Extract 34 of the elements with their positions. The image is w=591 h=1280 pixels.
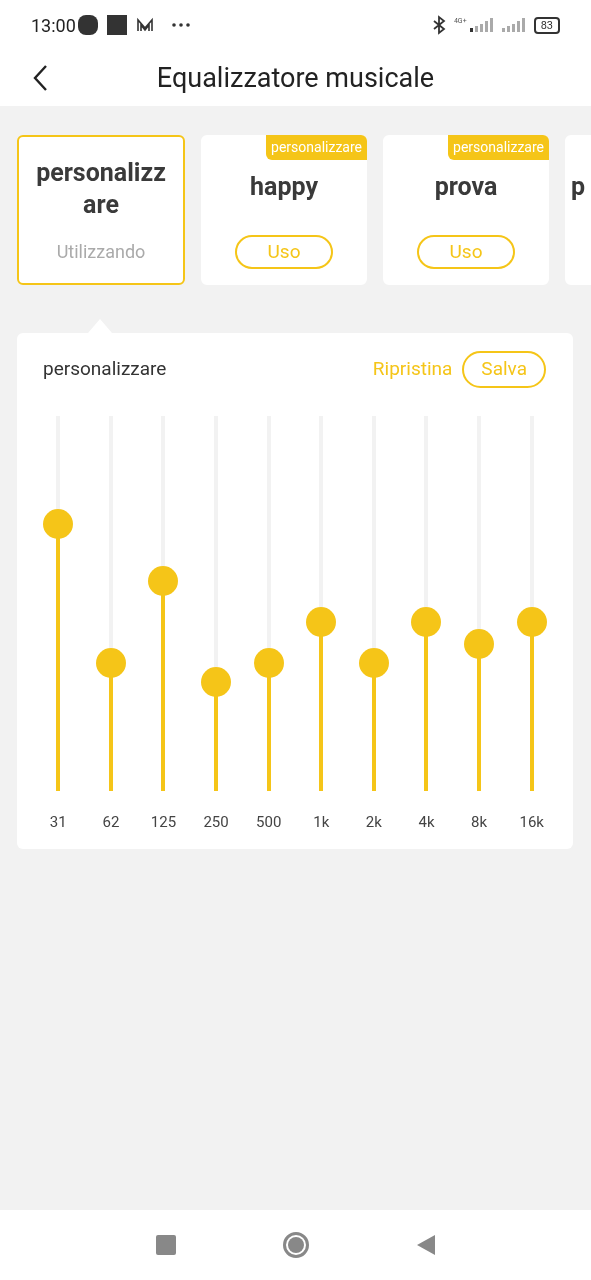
frequency-label: 500 (256, 811, 282, 833)
preset-card[interactable]: personalizzare happy Uso (201, 135, 367, 285)
frequency-label: 4k (418, 811, 435, 833)
preset-card[interactable]: personalizzare prova Uso (383, 135, 549, 285)
frequency-label: 31 (49, 811, 67, 833)
home-button[interactable] (282, 1232, 309, 1258)
preset-badge: personalizzare (266, 135, 367, 160)
battery-indicator: 83 (533, 16, 560, 34)
chat-bubble-icon (77, 15, 98, 35)
page-title: Equalizzatore musicale (156, 60, 435, 96)
frequency-label: 16k (519, 811, 544, 833)
recent-apps-button[interactable] (155, 1235, 176, 1255)
signal-icon (467, 18, 494, 32)
status-label: Utilizzando (56, 240, 146, 264)
frequency-label: 2k (365, 811, 382, 833)
frequency-label: 250 (203, 811, 229, 833)
frequency-label: 125 (150, 811, 177, 833)
signal-icon (499, 18, 526, 32)
preset-name: personalizzare (35, 157, 167, 221)
preset-card[interactable]: personalizzare Utilizzando (17, 135, 185, 285)
clock: 13:00 (31, 13, 76, 38)
preset-title: personalizzare (43, 356, 167, 382)
frequency-label: 1k (313, 811, 330, 833)
mail-icon (135, 17, 154, 33)
back-nav-button[interactable] (415, 1234, 436, 1256)
more-icon (170, 22, 191, 28)
preset-card[interactable]: p (565, 135, 591, 285)
preset-name: happy (250, 171, 318, 203)
preset-badge: personalizzare (448, 135, 549, 160)
frequency-label: 8k (471, 811, 488, 833)
preset-name: prova (434, 171, 498, 203)
preset-name: p (570, 171, 586, 203)
frequency-label: 62 (102, 811, 120, 833)
square-icon (106, 15, 127, 35)
